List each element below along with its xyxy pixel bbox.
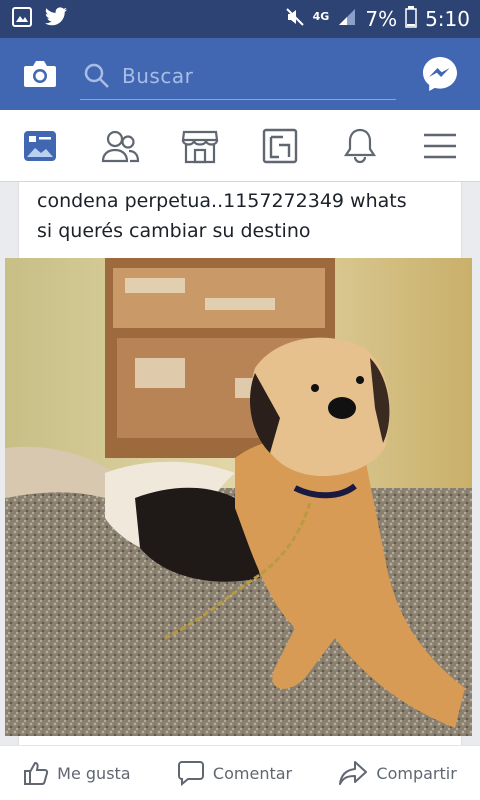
post-text-line1: condena perpetua..1157272349 whats	[37, 190, 407, 212]
comment-button[interactable]: Comentar	[177, 760, 292, 786]
search-bar[interactable]: Buscar	[80, 52, 396, 100]
post-photo[interactable]	[5, 258, 472, 736]
news-feed-icon	[24, 130, 56, 161]
battery-label: 7%	[365, 7, 398, 31]
nav-pages[interactable]	[250, 116, 310, 176]
top-bar: Buscar	[0, 38, 480, 110]
camera-button[interactable]	[0, 38, 80, 110]
messenger-button[interactable]	[400, 38, 480, 110]
search-placeholder: Buscar	[122, 63, 194, 88]
battery-icon	[405, 5, 417, 33]
share-label: Compartir	[376, 763, 457, 783]
share-button[interactable]: Compartir	[338, 760, 457, 786]
mute-icon	[285, 7, 305, 32]
status-bar: 4G 7% 5:10	[0, 0, 480, 38]
nav-marketplace[interactable]	[170, 116, 230, 176]
like-button[interactable]: Me gusta	[23, 760, 131, 786]
gallery-icon	[12, 7, 32, 31]
camera-icon	[24, 61, 56, 87]
clock: 5:10	[425, 7, 470, 31]
nav-menu[interactable]	[410, 116, 470, 176]
signal-icon	[337, 7, 357, 32]
like-label: Me gusta	[57, 763, 131, 783]
comment-label: Comentar	[212, 763, 293, 783]
friends-icon	[101, 130, 140, 162]
thumbs-up-icon	[24, 761, 49, 785]
network-label: 4G	[312, 9, 330, 23]
share-icon	[339, 761, 368, 785]
nav-bar	[0, 110, 480, 182]
post-actions: Me gusta Comentar Compartir	[0, 745, 480, 800]
twitter-icon	[44, 7, 68, 31]
nav-news-feed[interactable]	[10, 116, 70, 176]
post-text-line2: si querés cambiar su destino	[37, 220, 311, 242]
marketplace-icon	[181, 130, 219, 163]
notifications-icon	[343, 128, 377, 163]
menu-icon	[424, 133, 456, 158]
search-icon	[84, 63, 109, 88]
messenger-icon	[423, 57, 457, 91]
post-text: condena perpetua..1157272349 whats si qu…	[37, 186, 457, 246]
nav-friends[interactable]	[90, 116, 150, 176]
nav-notifications[interactable]	[330, 116, 390, 176]
comment-icon	[177, 761, 204, 786]
pages-icon	[262, 128, 298, 163]
